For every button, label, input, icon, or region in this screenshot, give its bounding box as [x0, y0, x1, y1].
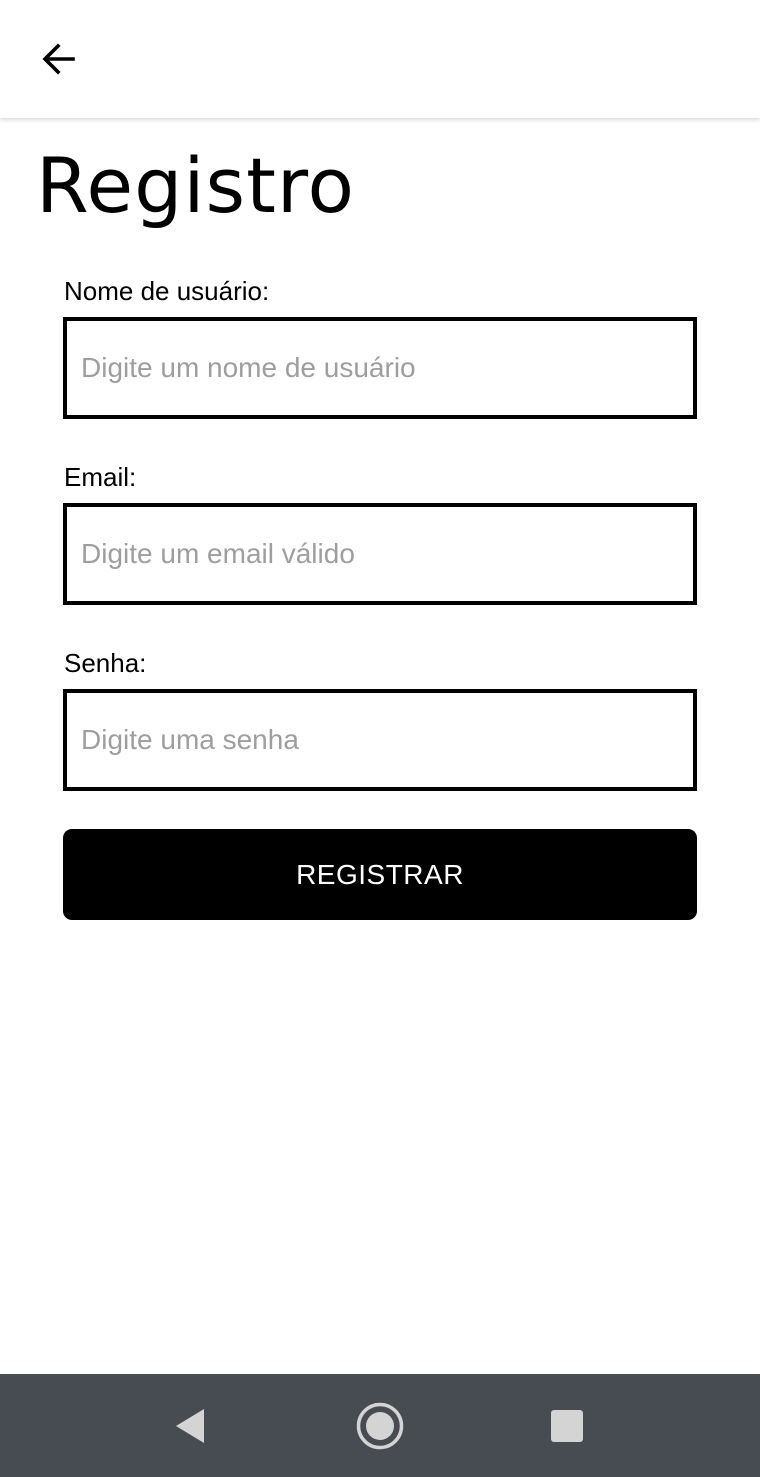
system-recents-button[interactable]: [517, 1374, 617, 1477]
register-button[interactable]: REGISTRAR: [63, 829, 697, 920]
square-recents-icon: [551, 1409, 583, 1442]
email-input[interactable]: [63, 503, 697, 605]
password-input[interactable]: [63, 689, 697, 791]
password-label: Senha:: [64, 648, 147, 678]
app-bar: [0, 0, 760, 118]
page-title: Registro: [36, 141, 355, 230]
system-back-button[interactable]: [140, 1374, 240, 1477]
username-input[interactable]: [63, 317, 697, 419]
arrow-left-icon: [42, 43, 75, 75]
triangle-back-icon: [176, 1408, 204, 1443]
circle-home-icon: [356, 1402, 404, 1449]
system-navigation-bar: [0, 1374, 760, 1477]
email-label: Email:: [64, 462, 137, 492]
system-home-button[interactable]: [330, 1374, 430, 1477]
username-label: Nome de usuário:: [64, 276, 270, 306]
register-screen: Registro Nome de usuário: Email: Senha: …: [0, 0, 760, 1477]
back-button[interactable]: [26, 26, 92, 92]
